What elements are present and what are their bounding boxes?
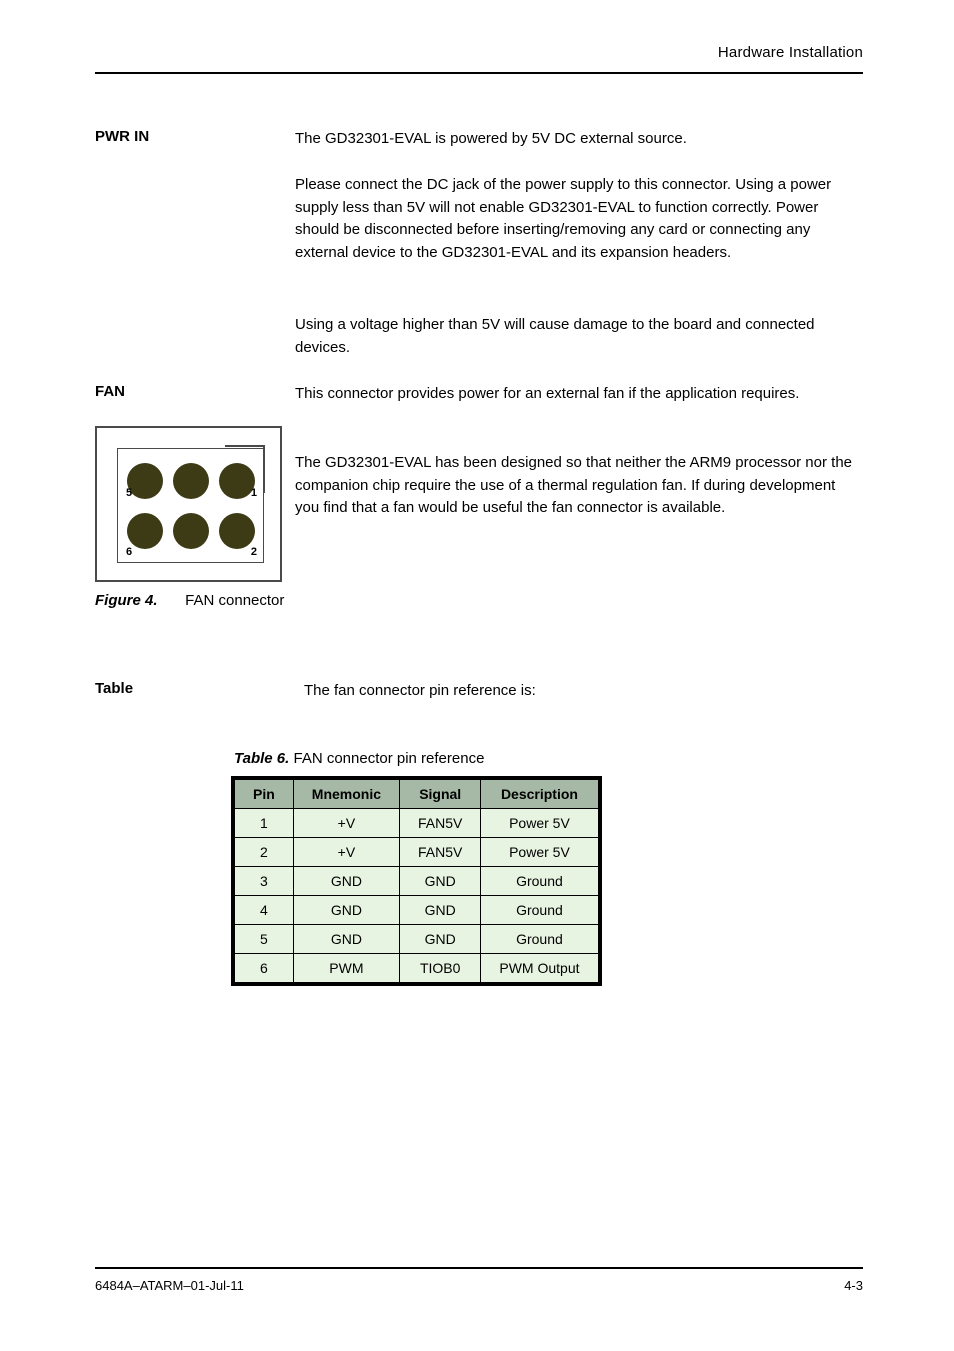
table-row: 5 GND GND Ground xyxy=(235,925,599,954)
pin-icon xyxy=(127,513,163,549)
cell: GND xyxy=(400,867,481,896)
table-row: 3 GND GND Ground xyxy=(235,867,599,896)
cell: GND xyxy=(400,896,481,925)
figure-caption-label: Figure 4. xyxy=(95,590,181,612)
paragraph-fan-intro: This connector provides power for an ext… xyxy=(295,383,857,406)
cell: 1 xyxy=(235,809,294,838)
cell: Power 5V xyxy=(481,838,598,867)
pin-icon xyxy=(173,463,209,499)
fan-connector-figure: 1 5 6 2 xyxy=(95,426,282,582)
cell: 5 xyxy=(235,925,294,954)
pin-number-label: 1 xyxy=(251,487,257,499)
pin-row-bottom xyxy=(118,513,263,549)
margin-label-fan: FAN xyxy=(95,383,125,400)
page: Hardware Installation PWR IN The GD32301… xyxy=(0,0,954,1351)
footer-doc-id: 6484A–ATARM–01-Jul-11 xyxy=(95,1278,244,1293)
table-row: 4 GND GND Ground xyxy=(235,896,599,925)
cell: 3 xyxy=(235,867,294,896)
pin-icon xyxy=(173,513,209,549)
cell: GND xyxy=(293,925,399,954)
pin-reference-table: Pin Mnemonic Signal Description 1 +V FAN… xyxy=(234,779,599,983)
figure-caption: Figure 4. FAN connector xyxy=(95,590,284,612)
header-rule xyxy=(95,72,863,74)
paragraph-pwr-detail: Please connect the DC jack of the power … xyxy=(295,174,857,264)
table-row: 1 +V FAN5V Power 5V xyxy=(235,809,599,838)
cell: Power 5V xyxy=(481,809,598,838)
col-signal: Signal xyxy=(400,780,481,809)
pin-number-label: 5 xyxy=(126,487,132,499)
cell: Ground xyxy=(481,896,598,925)
cell: FAN5V xyxy=(400,809,481,838)
cell: FAN5V xyxy=(400,838,481,867)
table-lead-in: The fan connector pin reference is: xyxy=(304,680,858,703)
col-pin: Pin xyxy=(235,780,294,809)
cell: GND xyxy=(293,896,399,925)
cell: PWM Output xyxy=(481,954,598,983)
cell: Ground xyxy=(481,867,598,896)
cell: GND xyxy=(293,867,399,896)
table-header-row: Pin Mnemonic Signal Description xyxy=(235,780,599,809)
table-row: 6 PWM TIOB0 PWM Output xyxy=(235,954,599,983)
footer-page-number: 4-3 xyxy=(844,1278,863,1293)
cell: PWM xyxy=(293,954,399,983)
cell: Ground xyxy=(481,925,598,954)
cell: 6 xyxy=(235,954,294,983)
margin-label-pwr-in: PWR IN xyxy=(95,128,149,145)
cell: +V xyxy=(293,809,399,838)
col-description: Description xyxy=(481,780,598,809)
cell: TIOB0 xyxy=(400,954,481,983)
pin-icon xyxy=(219,513,255,549)
margin-label-table: Table xyxy=(95,680,133,697)
pin-number-label: 6 xyxy=(126,546,132,558)
paragraph-pwr-intro: The GD32301-EVAL is powered by 5V DC ext… xyxy=(295,128,857,151)
cell: GND xyxy=(400,925,481,954)
pin-reference-table-wrap: Pin Mnemonic Signal Description 1 +V FAN… xyxy=(234,779,599,983)
page-title: Hardware Installation xyxy=(718,44,863,61)
table-caption-label: Table 6. xyxy=(234,750,289,767)
pin-row-top xyxy=(118,463,263,499)
pin-icon xyxy=(219,463,255,499)
figure-caption-text: FAN connector xyxy=(185,592,284,609)
figure-side-text: The GD32301-EVAL has been designed so th… xyxy=(295,452,857,520)
connector-outline: 1 5 6 2 xyxy=(117,448,264,563)
table-caption-text: FAN connector pin reference xyxy=(293,750,484,767)
paragraph-pwr-warning: Using a voltage higher than 5V will caus… xyxy=(295,314,857,359)
pin-number-label: 2 xyxy=(251,546,257,558)
footer-rule xyxy=(95,1267,863,1269)
table-caption: Table 6. FAN connector pin reference xyxy=(234,750,484,767)
table-row: 2 +V FAN5V Power 5V xyxy=(235,838,599,867)
cell: +V xyxy=(293,838,399,867)
cell: 2 xyxy=(235,838,294,867)
col-mnemonic: Mnemonic xyxy=(293,780,399,809)
cell: 4 xyxy=(235,896,294,925)
